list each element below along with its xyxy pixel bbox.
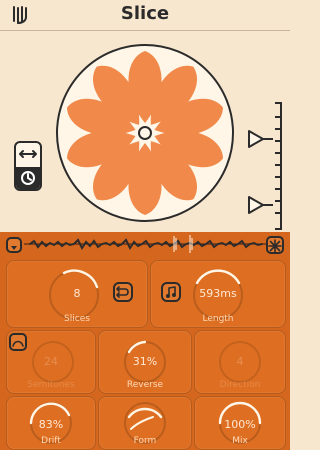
shuffle-button[interactable] [113, 282, 133, 302]
position-ruler[interactable] [245, 101, 285, 231]
reverse-label: Reverse [126, 380, 164, 390]
form-curve-icon [130, 416, 154, 430]
semitones-value: 24 [44, 355, 58, 368]
drift-panel: 83% Drift [6, 396, 96, 450]
semitones-panel: 24 Semitones [6, 330, 96, 394]
app-window: Slice 8 Slices 593ms Length 24 Semitones… [0, 0, 290, 450]
clock-icon[interactable] [16, 167, 40, 189]
slice-visualizer [0, 30, 290, 260]
drift-value: 83% [38, 418, 64, 431]
mix-value: 100% [224, 418, 256, 431]
slices-panel: 8 Slices [6, 260, 148, 328]
reverse-panel: 31% Reverse [98, 330, 192, 394]
length-panel: 593ms Length [150, 260, 286, 328]
waveform-strip [0, 232, 290, 256]
slices-label: Slices [64, 314, 90, 324]
waveform [24, 235, 268, 253]
mix-panel: 100% Mix [194, 396, 286, 450]
form-label: Form [133, 436, 157, 446]
page-title: Slice [120, 3, 170, 24]
semitones-label: Semitones [27, 380, 75, 390]
snowflake-icon [268, 239, 282, 253]
triangle-down-icon [11, 246, 17, 250]
mix-label: Mix [232, 436, 248, 446]
reverse-value: 31% [132, 355, 158, 368]
shuffle-icon [116, 286, 129, 298]
direction-value: 4 [236, 355, 244, 368]
dropdown-button[interactable] [6, 237, 22, 253]
controls-area: 8 Slices 593ms Length 24 Semitones 31% R… [0, 232, 290, 450]
length-value: 593ms [199, 287, 237, 300]
mode-switch[interactable] [14, 141, 42, 191]
header: Slice [0, 0, 290, 30]
direction-label: Direction [219, 380, 261, 390]
freeze-button[interactable] [266, 236, 284, 254]
slice-wheel[interactable] [55, 43, 235, 223]
horizontal-arrows-icon[interactable] [16, 143, 40, 165]
direction-panel: 4 Direction [194, 330, 286, 394]
drift-label: Drift [41, 436, 61, 446]
form-panel: Form [98, 396, 192, 450]
length-label: Length [202, 314, 234, 324]
